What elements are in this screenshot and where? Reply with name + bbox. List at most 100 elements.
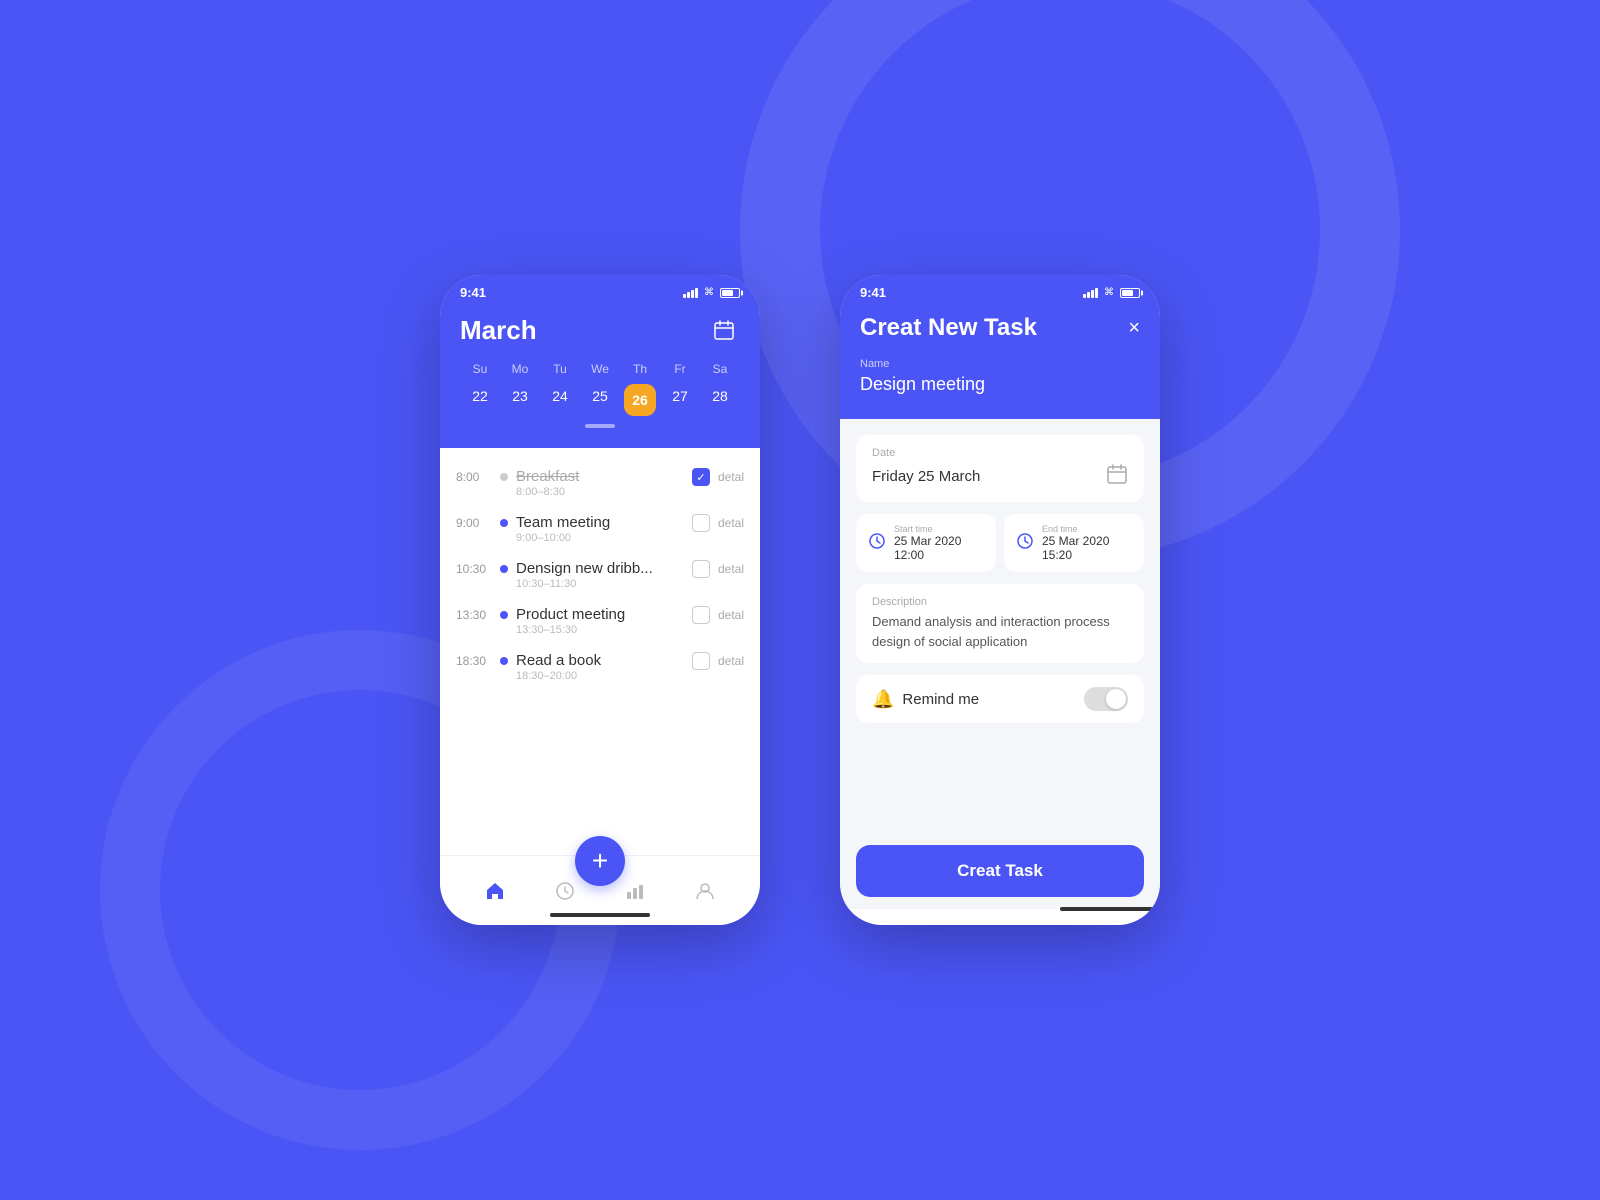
task-item-team: 9:00 Team meeting 9:00–10:00 detal [440,506,760,552]
detal-team[interactable]: detal [718,516,744,530]
home-bar-2 [1060,907,1160,911]
day-th: Th [620,362,660,376]
day-tu: Tu [540,362,580,376]
date-22[interactable]: 22 [460,384,500,416]
start-time-label: Start time [894,524,984,534]
checkbox-design[interactable] [692,560,710,578]
detal-design[interactable]: detal [718,562,744,576]
task-sub-book: 18:30–20:00 [516,670,684,682]
calendar-svg-icon [713,319,735,341]
end-time-card[interactable]: End time 25 Mar 2020 15:20 [1004,514,1144,572]
task-actions-product: detal [692,606,744,624]
task-sub-team: 9:00–10:00 [516,532,684,544]
checkbox-book[interactable] [692,652,710,670]
task-time-team: 9:00 [456,516,492,530]
remind-toggle[interactable] [1084,687,1128,711]
checkbox-team[interactable] [692,514,710,532]
date-picker-icon[interactable] [1106,463,1128,490]
calendar-header: March Su Mo Tu We Th Fr Sa [440,306,760,448]
task-time-breakfast: 8:00 [456,470,492,484]
create-button-area: Creat Task [840,837,1160,909]
toggle-knob [1106,689,1126,709]
task-sub-breakfast: 8:00–8:30 [516,486,684,498]
task-dot-product [500,611,508,619]
dates-row: 22 23 24 25 26 27 28 [460,384,740,416]
time-grid: Start time 25 Mar 2020 12:00 End time [856,514,1144,572]
wifi-icon-2: ⌘ [1104,287,1114,298]
start-time-card[interactable]: Start time 25 Mar 2020 12:00 [856,514,996,572]
home-bar-1 [550,913,650,917]
detal-breakfast[interactable]: detal [718,470,744,484]
phones-container: 9:41 ⌘ March [440,275,1160,925]
task-content-team: Team meeting 9:00–10:00 [516,514,684,544]
battery-icon-1 [720,288,740,298]
description-section: Description Demand analysis and interact… [856,584,1144,663]
day-fr: Fr [660,362,700,376]
description-value[interactable]: Demand analysis and interaction process … [872,612,1128,651]
add-task-button[interactable]: + [575,836,625,886]
task-time-book: 18:30 [456,654,492,668]
day-mo: Mo [500,362,540,376]
task-item-product: 13:30 Product meeting 13:30–15:30 detal [440,598,760,644]
date-23[interactable]: 23 [500,384,540,416]
task-content-breakfast: Breakfast 8:00–8:30 [516,468,684,498]
date-value[interactable]: Friday 25 March [872,468,980,485]
bottom-nav: + [440,855,760,925]
close-button[interactable]: × [1128,317,1140,340]
date-24[interactable]: 24 [540,384,580,416]
task-item-design: 10:30 Densign new dribb... 10:30–11:30 d… [440,552,760,598]
checkbox-product[interactable] [692,606,710,624]
status-bar-2: 9:41 ⌘ [840,275,1160,306]
task-actions-team: detal [692,514,744,532]
name-field-label: Name [860,358,1140,370]
day-su: Su [460,362,500,376]
create-task-button[interactable]: Creat Task [856,845,1144,897]
detal-product[interactable]: detal [718,608,744,622]
end-time-value: 25 Mar 2020 15:20 [1042,534,1132,562]
task-dot-breakfast [500,473,508,481]
task-name-breakfast: Breakfast [516,468,684,485]
chart-nav-icon[interactable] [619,875,651,907]
task-sub-product: 13:30–15:30 [516,624,684,636]
calendar-icon-button[interactable] [708,314,740,346]
date-section: Date Friday 25 March [856,435,1144,502]
status-time-2: 9:41 [860,285,886,300]
date-28[interactable]: 28 [700,384,740,416]
task-content-book: Read a book 18:30–20:00 [516,652,684,682]
task-dot-design [500,565,508,573]
end-time-label: End time [1042,524,1132,534]
profile-nav-icon[interactable] [689,875,721,907]
name-field-value[interactable]: Design meeting [860,374,1140,395]
status-icons-1: ⌘ [683,287,740,298]
date-label: Date [872,447,1128,459]
task-sub-design: 10:30–11:30 [516,578,684,590]
task-time-design: 10:30 [456,562,492,576]
checkbox-breakfast[interactable] [692,468,710,486]
day-we: We [580,362,620,376]
clock-nav-icon[interactable] [549,875,581,907]
start-time-value: 25 Mar 2020 12:00 [894,534,984,562]
task-item-book: 18:30 Read a book 18:30–20:00 detal [440,644,760,690]
task-item-breakfast: 8:00 Breakfast 8:00–8:30 detal [440,460,760,506]
description-label: Description [872,596,1128,608]
wifi-icon-1: ⌘ [704,287,714,298]
start-clock-icon [868,532,886,555]
day-sa: Sa [700,362,740,376]
date-26-active[interactable]: 26 [624,384,656,416]
status-bar-1: 9:41 ⌘ [440,275,760,306]
remind-section: 🔔 Remind me [856,675,1144,723]
task-form-header: Creat New Task × Name Design meeting [840,306,1160,419]
home-nav-icon[interactable] [479,875,511,907]
battery-icon-2 [1120,288,1140,298]
remind-label: Remind me [902,691,979,708]
phone-task: 9:41 ⌘ Creat New Task × Name Design meet… [840,275,1160,925]
date-25[interactable]: 25 [580,384,620,416]
detal-book[interactable]: detal [718,654,744,668]
date-27[interactable]: 27 [660,384,700,416]
month-title: March [460,315,537,346]
task-name-design: Densign new dribb... [516,560,684,577]
status-time-1: 9:41 [460,285,486,300]
task-actions-design: detal [692,560,744,578]
task-dot-book [500,657,508,665]
signal-icon-2 [1083,288,1098,298]
